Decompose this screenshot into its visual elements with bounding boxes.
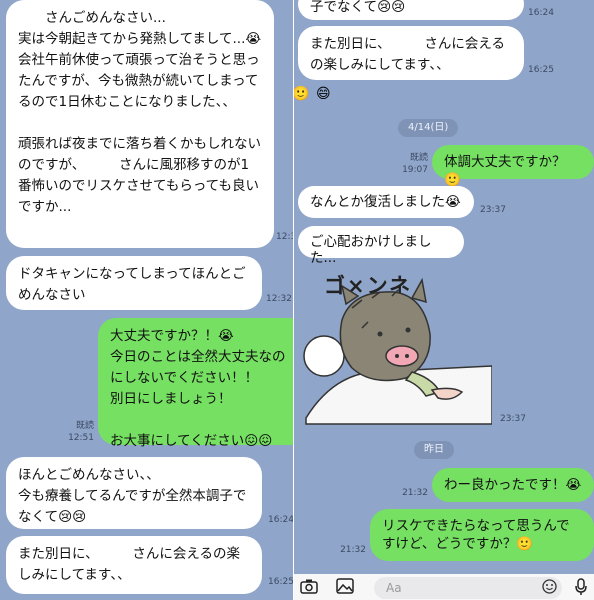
message-time: 19:07 — [402, 165, 428, 175]
message-time: 16:24 — [268, 515, 294, 525]
emoji-icon[interactable] — [542, 579, 557, 598]
incoming-message: 子でなくて😢😢 — [298, 0, 524, 20]
message-time: 21:32 — [340, 545, 366, 555]
image-icon[interactable] — [336, 578, 354, 598]
incoming-message: また別日に、 さんに会えるの楽しみにしてます、、 — [6, 536, 262, 594]
boar-sticker: ゴ×ンネ — [302, 268, 492, 426]
incoming-message: また別日に、 さんに会えるの楽しみにしてます、、 — [298, 26, 524, 80]
camera-icon[interactable] — [300, 578, 318, 598]
message-time: 12:32 — [266, 294, 292, 304]
incoming-message: ご心配おかけしました... — [298, 226, 464, 266]
message-time: 12:51 — [68, 433, 94, 443]
message-input[interactable]: Aa — [374, 577, 562, 599]
message-time: 16:25 — [268, 577, 294, 587]
message-time: 23:37 — [500, 414, 526, 424]
outgoing-message: 体調大丈夫ですか？🙂 — [432, 145, 594, 188]
reaction-emoji: 🙂 — [294, 86, 310, 102]
right-chat-panel: 子でなくて😢😢 16:24 また別日に、 さんに会えるの楽しみにしてます、、 1… — [294, 0, 594, 600]
message-time: 16:24 — [528, 8, 554, 18]
incoming-message: ほんとごめんなさい、、 今も療養してるんですが全然本調子でなくて😢😢 — [6, 457, 262, 529]
message-input-bar: Aa — [294, 574, 594, 600]
date-separator: 4/14(日) — [398, 119, 459, 137]
message-time: 16:25 — [528, 65, 554, 75]
message-time: 23:37 — [480, 205, 506, 215]
outgoing-message: リスケできたらなって思うんですけど、どうですか？🙂 — [370, 509, 594, 561]
read-receipt: 既読 — [409, 153, 428, 163]
message-time: 21:32 — [402, 488, 428, 498]
incoming-message: さんごめんなさい... 実は今朝起きてから発熱してまして...😭 会社午前休使っ… — [6, 0, 274, 248]
incoming-message: なんとか復活しました😭 — [298, 186, 474, 218]
outgoing-message: わー良かったです！😭 — [432, 468, 594, 502]
reaction-emoji: 😄 — [316, 86, 331, 102]
date-separator: 昨日 — [414, 441, 454, 459]
incoming-message: ドタキャンになってしまってほんとごめんなさい — [6, 256, 262, 310]
microphone-icon[interactable] — [574, 578, 588, 600]
boar-icon — [303, 277, 492, 425]
outgoing-message: 大丈夫ですか？！😭 今日のことは全然大丈夫なのにしないでください！！ 別日にしま… — [98, 318, 300, 449]
left-chat-panel: さんごめんなさい... 実は今朝起きてから発熱してまして...😭 会社午前休使っ… — [0, 0, 300, 600]
read-receipt: 既読 — [75, 421, 94, 431]
